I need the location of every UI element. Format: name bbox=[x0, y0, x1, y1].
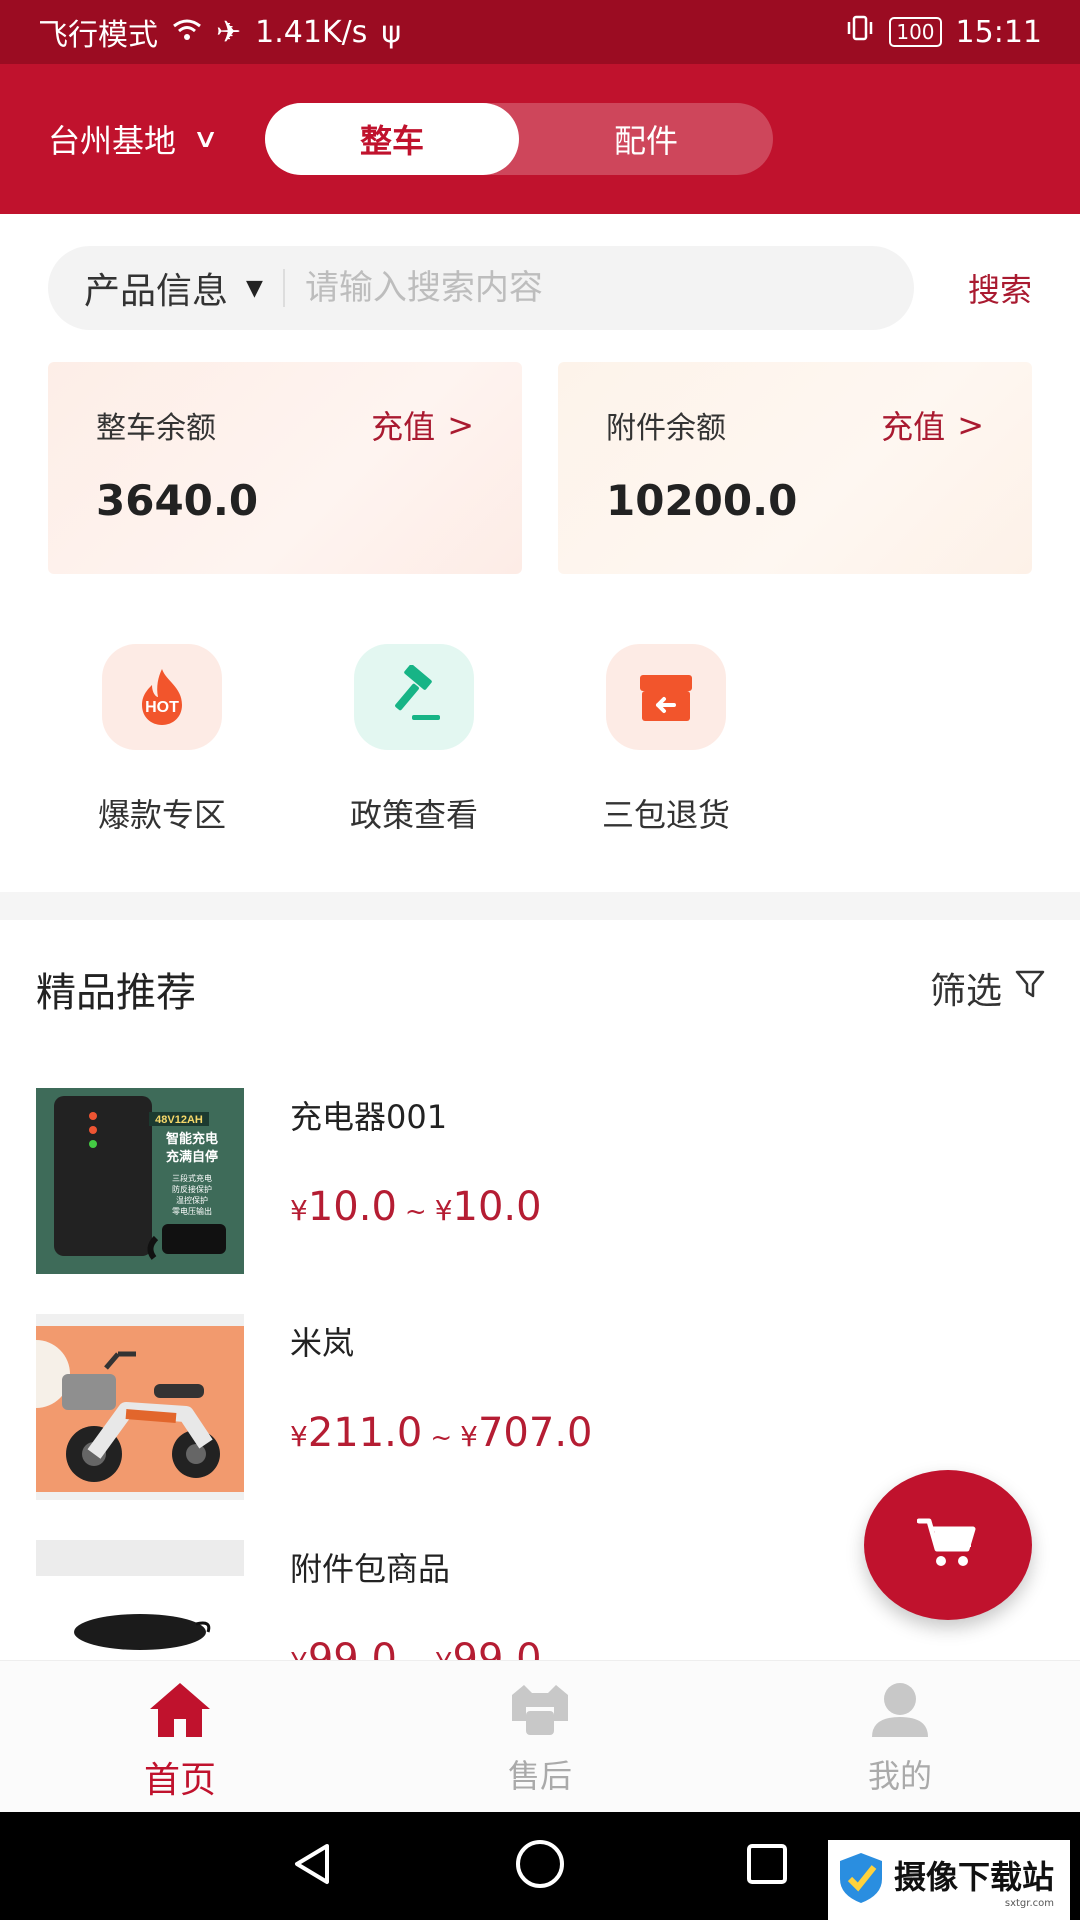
return-box-icon bbox=[606, 644, 726, 750]
price-min: 211.0 bbox=[307, 1410, 423, 1456]
vibrate-icon bbox=[845, 14, 875, 50]
quick-action-return[interactable]: 三包退货 bbox=[566, 644, 766, 836]
quick-actions: HOT 爆款专区 政策查看 三包退货 bbox=[0, 644, 1080, 864]
hot-fire-icon: HOT bbox=[102, 644, 222, 750]
tab-mine[interactable]: 我的 bbox=[720, 1661, 1080, 1812]
balance-label: 整车余额 bbox=[96, 411, 216, 446]
tab-home[interactable]: 首页 bbox=[0, 1661, 360, 1812]
quick-action-hot[interactable]: HOT 爆款专区 bbox=[62, 644, 262, 836]
cart-button[interactable] bbox=[864, 1470, 1032, 1620]
quick-action-label: 政策查看 bbox=[349, 796, 478, 834]
product-item[interactable]: 48V12AH 智能充电 充满自停 三段式充电 防反接保护 温控保护 零电压输出… bbox=[36, 1088, 1046, 1274]
gavel-icon bbox=[354, 644, 474, 750]
recharge-label: 充值 bbox=[371, 408, 436, 446]
category-segmented-control: 整车 配件 bbox=[265, 103, 774, 175]
chevron-right-icon: > bbox=[957, 406, 984, 444]
search-button[interactable]: 搜索 bbox=[968, 265, 1032, 311]
user-icon bbox=[868, 1681, 932, 1743]
recents-icon[interactable] bbox=[743, 1840, 791, 1892]
network-speed: 1.41K/s bbox=[255, 14, 368, 50]
product-name: 充电器001 bbox=[290, 1098, 448, 1136]
back-icon[interactable] bbox=[289, 1840, 337, 1892]
price-separator: ~ bbox=[430, 1423, 453, 1453]
product-name: 米岚 bbox=[290, 1324, 355, 1362]
currency-symbol: ¥ bbox=[460, 1420, 478, 1453]
recharge-button[interactable]: 充值 > bbox=[371, 402, 474, 448]
watermark-text: 摄像下载站 bbox=[894, 1857, 1055, 1896]
service-icon bbox=[508, 1681, 572, 1743]
tab-after-sales[interactable]: 售后 bbox=[360, 1661, 720, 1812]
section-divider bbox=[0, 892, 1080, 920]
balance-amount: 3640.0 bbox=[96, 476, 259, 525]
watermark-sub: sxtgr.com bbox=[1004, 1897, 1055, 1909]
search-input[interactable] bbox=[304, 268, 785, 308]
location-label: 台州基地 bbox=[48, 122, 177, 160]
quick-action-policy[interactable]: 政策查看 bbox=[314, 644, 514, 836]
quick-action-label: 爆款专区 bbox=[97, 796, 226, 834]
tab-label: 售后 bbox=[507, 1757, 572, 1795]
status-right: 100 15:11 bbox=[845, 14, 1042, 50]
price-separator: ~ bbox=[404, 1197, 427, 1227]
svg-text:三段式充电: 三段式充电 bbox=[172, 1173, 212, 1183]
filter-icon bbox=[1014, 968, 1046, 1009]
balance-card-accessory: 附件余额 充值 > 10200.0 bbox=[558, 362, 1032, 574]
wifi-icon bbox=[172, 15, 202, 50]
svg-text:HOT: HOT bbox=[145, 699, 179, 716]
svg-text:零电压输出: 零电压输出 bbox=[172, 1206, 212, 1216]
search-box: 产品信息 ▼ bbox=[48, 246, 914, 330]
section-title: 精品推荐 bbox=[36, 970, 196, 1016]
price-min: 10.0 bbox=[307, 1184, 397, 1230]
location-selector[interactable]: 台州基地 ∨ bbox=[48, 116, 219, 162]
chevron-right-icon: > bbox=[447, 406, 474, 444]
tab-whole-vehicle[interactable]: 整车 bbox=[265, 103, 520, 175]
recharge-label: 充值 bbox=[881, 408, 946, 446]
top-header: 台州基地 ∨ 整车 配件 bbox=[0, 64, 1080, 214]
filter-label: 筛选 bbox=[929, 971, 1002, 1012]
balance-label: 附件余额 bbox=[606, 411, 726, 446]
svg-text:充满自停: 充满自停 bbox=[166, 1149, 218, 1165]
svg-text:智能充电: 智能充电 bbox=[166, 1131, 218, 1147]
watermark-logo: 摄像下载站 sxtgr.com bbox=[828, 1840, 1070, 1920]
product-image-charger: 48V12AH 智能充电 充满自停 三段式充电 防反接保护 温控保护 零电压输出 bbox=[36, 1088, 244, 1274]
home-circle-icon[interactable] bbox=[514, 1838, 566, 1894]
product-price-range: ¥211.0 ~ ¥707.0 bbox=[290, 1410, 592, 1456]
shield-logo-icon bbox=[838, 1851, 884, 1909]
filter-button[interactable]: 筛选 bbox=[930, 962, 1046, 1014]
caret-down-icon: ▼ bbox=[246, 275, 263, 301]
svg-text:温控保护: 温控保护 bbox=[176, 1195, 208, 1205]
currency-symbol: ¥ bbox=[290, 1194, 308, 1227]
search-divider bbox=[282, 269, 285, 307]
currency-symbol: ¥ bbox=[290, 1420, 308, 1453]
search-type-dropdown[interactable]: 产品信息 ▼ bbox=[84, 262, 263, 314]
home-icon bbox=[148, 1681, 212, 1743]
svg-text:48V12AH: 48V12AH bbox=[155, 1114, 203, 1126]
search-row: 产品信息 ▼ 搜索 bbox=[48, 246, 1032, 330]
product-price-range: ¥10.0 ~ ¥10.0 bbox=[290, 1184, 542, 1230]
bottom-tab-bar: 首页 售后 我的 bbox=[0, 1660, 1080, 1812]
product-image-scooter bbox=[36, 1314, 244, 1500]
price-max: 10.0 bbox=[452, 1184, 542, 1230]
battery-icon: 100 bbox=[889, 17, 942, 47]
balance-card-vehicle: 整车余额 充值 > 3640.0 bbox=[48, 362, 522, 574]
status-bar: 飞行模式 ✈ 1.41K/s ψ 100 15:11 bbox=[0, 0, 1080, 64]
currency-symbol: ¥ bbox=[434, 1194, 453, 1227]
cart-icon bbox=[916, 1515, 979, 1575]
quick-action-label: 三包退货 bbox=[601, 796, 730, 834]
product-item[interactable]: 米岚 ¥211.0 ~ ¥707.0 bbox=[36, 1314, 1046, 1500]
tab-parts[interactable]: 配件 bbox=[519, 103, 773, 175]
clock: 15:11 bbox=[955, 14, 1042, 50]
tab-label: 首页 bbox=[143, 1760, 216, 1801]
recharge-button[interactable]: 充值 > bbox=[881, 402, 984, 448]
chevron-down-icon: ∨ bbox=[192, 124, 219, 154]
product-name: 附件包商品 bbox=[290, 1550, 451, 1588]
tab-label: 我的 bbox=[867, 1757, 932, 1795]
airplane-icon: ✈ bbox=[216, 14, 242, 50]
status-left: 飞行模式 ✈ 1.41K/s ψ bbox=[38, 10, 401, 54]
price-max: 707.0 bbox=[477, 1410, 593, 1456]
svg-text:防反接保护: 防反接保护 bbox=[172, 1184, 212, 1194]
search-type-label: 产品信息 bbox=[84, 271, 229, 312]
balance-amount: 10200.0 bbox=[606, 476, 798, 525]
usb-icon: ψ bbox=[381, 14, 402, 50]
airplane-mode-text: 飞行模式 bbox=[38, 18, 158, 53]
